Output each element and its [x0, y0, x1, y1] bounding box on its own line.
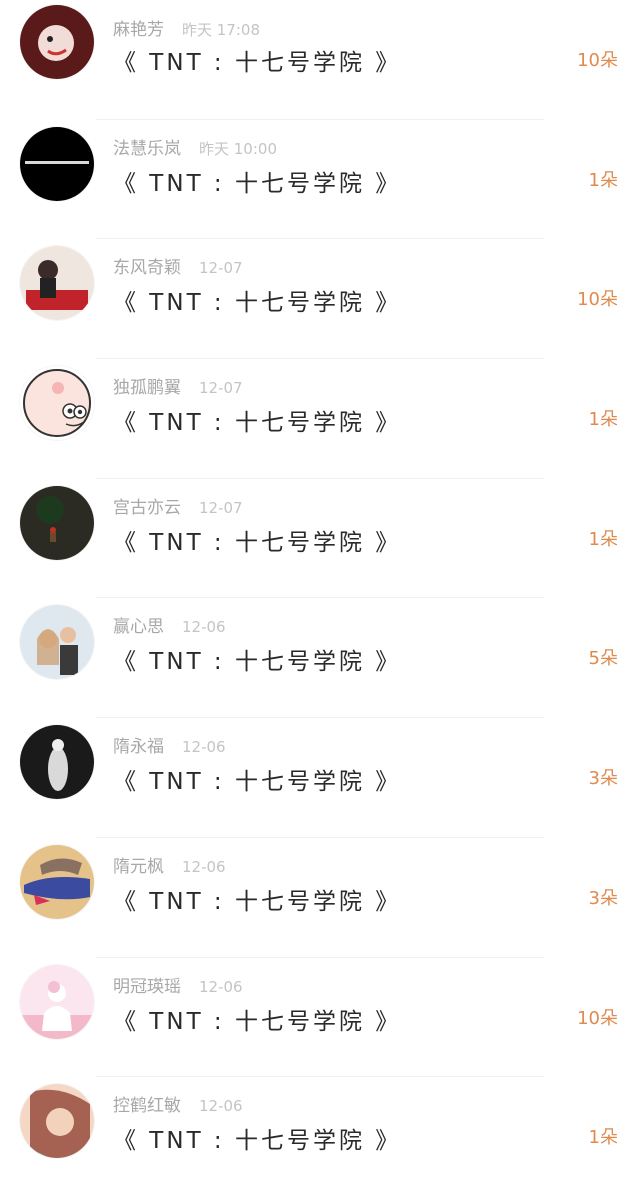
username[interactable]: 麻艳芳: [113, 20, 164, 40]
comment-row[interactable]: 隋永福 12-06 《 TNT : 十七号学院 》 3朵: [0, 718, 640, 838]
username[interactable]: 赢心思: [113, 617, 164, 637]
username[interactable]: 宫古亦云: [113, 498, 181, 518]
timestamp: 12-06: [199, 977, 243, 996]
avatar-icon: [20, 725, 94, 800]
timestamp: 12-07: [199, 498, 243, 517]
username[interactable]: 控鹤红敏: [113, 1096, 181, 1116]
gift-count: 10朵: [577, 289, 618, 311]
avatar-icon: [20, 844, 94, 919]
book-title[interactable]: 《 TNT : 十七号学院 》: [113, 523, 401, 557]
avatar-icon: [20, 246, 94, 321]
avatar-icon: [20, 605, 94, 680]
user-avatar[interactable]: [20, 5, 94, 79]
gift-count: 10朵: [577, 50, 618, 71]
comment-meta: 控鹤红敏 12-06: [113, 1091, 243, 1116]
gift-count: 1朵: [588, 409, 618, 431]
avatar-icon: [20, 126, 94, 201]
book-title[interactable]: 《 TNT : 十七号学院 》: [113, 164, 401, 198]
timestamp: 12-06: [199, 1097, 243, 1116]
gift-count: 1朵: [588, 169, 618, 191]
user-avatar[interactable]: [20, 605, 94, 680]
timestamp: 12-07: [199, 259, 243, 278]
username[interactable]: 东风奇颖: [113, 258, 181, 278]
comment-row[interactable]: 东风奇颖 12-07 《 TNT : 十七号学院 》 10朵: [0, 239, 640, 360]
comment-meta: 隋永福 12-06: [113, 732, 226, 757]
username[interactable]: 隋永福: [113, 737, 164, 757]
comment-row[interactable]: 赢心思 12-06 《 TNT : 十七号学院 》 5朵: [0, 598, 640, 719]
gift-count: 1朵: [588, 528, 618, 550]
user-avatar[interactable]: [20, 964, 94, 1039]
timestamp: 12-06: [182, 857, 226, 876]
avatar-icon: [20, 964, 94, 1039]
comment-row[interactable]: 独孤鹏翼 12-07 《 TNT : 十七号学院 》 1朵: [0, 359, 640, 479]
comment-row[interactable]: 隋元枫 12-06 《 TNT : 十七号学院 》 3朵: [0, 838, 640, 958]
username[interactable]: 隋元枫: [113, 857, 164, 877]
user-avatar[interactable]: [20, 485, 94, 560]
user-avatar[interactable]: [20, 844, 94, 919]
comment-meta: 东风奇颖 12-07: [113, 253, 243, 278]
user-avatar[interactable]: [20, 1084, 94, 1159]
comment-meta: 独孤鹏翼 12-07: [113, 373, 243, 398]
comment-row[interactable]: 麻艳芳 昨天 17:08 《 TNT : 十七号学院 》 10朵: [0, 0, 640, 120]
timestamp: 12-06: [182, 738, 226, 757]
book-title[interactable]: 《 TNT : 十七号学院 》: [113, 642, 401, 676]
timestamp: 12-07: [199, 379, 243, 398]
username[interactable]: 明冠瑛瑶: [113, 977, 181, 997]
book-title[interactable]: 《 TNT : 十七号学院 》: [113, 43, 401, 77]
timestamp: 12-06: [182, 618, 226, 637]
comment-row[interactable]: 控鹤红敏 12-06 《 TNT : 十七号学院 》 1朵: [0, 1077, 640, 1197]
comment-meta: 隋元枫 12-06: [113, 852, 226, 877]
comment-row[interactable]: 宫古亦云 12-07 《 TNT : 十七号学院 》 1朵: [0, 479, 640, 599]
comment-meta: 宫古亦云 12-07: [113, 493, 243, 518]
user-avatar[interactable]: [20, 246, 94, 321]
timestamp: 昨天 10:00: [199, 139, 277, 158]
gift-count: 3朵: [588, 768, 618, 790]
timestamp: 昨天 17:08: [182, 21, 260, 39]
username[interactable]: 法慧乐岚: [113, 139, 181, 159]
gift-count: 10朵: [577, 1007, 618, 1029]
avatar-icon: [20, 5, 94, 79]
comment-meta: 法慧乐岚 昨天 10:00: [113, 134, 277, 159]
avatar-icon: [20, 1084, 94, 1159]
username[interactable]: 独孤鹏翼: [113, 378, 181, 398]
book-title[interactable]: 《 TNT : 十七号学院 》: [113, 882, 401, 916]
book-title[interactable]: 《 TNT : 十七号学院 》: [113, 762, 401, 796]
book-title[interactable]: 《 TNT : 十七号学院 》: [113, 403, 401, 437]
gift-count: 3朵: [588, 887, 618, 909]
user-avatar[interactable]: [20, 126, 94, 201]
book-title[interactable]: 《 TNT : 十七号学院 》: [113, 1121, 401, 1155]
comment-meta: 麻艳芳 昨天 17:08: [113, 15, 260, 40]
comment-meta: 明冠瑛瑶 12-06: [113, 972, 243, 997]
comment-row[interactable]: 法慧乐岚 昨天 10:00 《 TNT : 十七号学院 》 1朵: [0, 120, 640, 240]
comment-meta: 赢心思 12-06: [113, 612, 226, 637]
user-avatar[interactable]: [20, 725, 94, 800]
gift-count: 5朵: [588, 648, 618, 670]
comment-row[interactable]: 明冠瑛瑶 12-06 《 TNT : 十七号学院 》 10朵: [0, 958, 640, 1078]
avatar-icon: [20, 485, 94, 560]
gift-count: 1朵: [588, 1127, 618, 1149]
cartoon-pig-icon: [20, 366, 94, 441]
comment-list: 麻艳芳 昨天 17:08 《 TNT : 十七号学院 》 10朵 法慧乐岚 昨天 10:…: [0, 0, 640, 1162]
book-title[interactable]: 《 TNT : 十七号学院 》: [113, 283, 401, 317]
book-title[interactable]: 《 TNT : 十七号学院 》: [113, 1002, 401, 1036]
user-avatar[interactable]: [20, 366, 94, 441]
